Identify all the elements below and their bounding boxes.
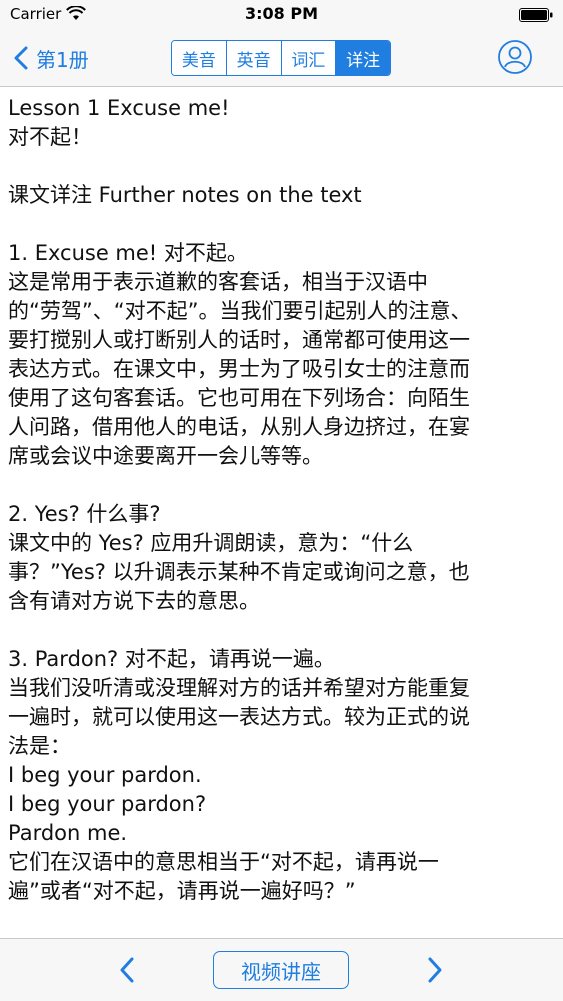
note-line: 法是： [8, 734, 71, 758]
chevron-left-icon [14, 46, 28, 70]
lesson-title-en: Lesson 1 Excuse me! [8, 96, 230, 120]
segment-american-audio[interactable]: 美音 [172, 41, 226, 75]
previous-lesson-chevron-icon[interactable] [116, 955, 138, 985]
status-bar: Carrier 3:08 PM [0, 0, 563, 30]
audio-mode-segmented-control: 美音 英音 词汇 详注 [171, 40, 391, 76]
note-line: 使用了这句客套话。它也可用在下列场合：向陌生 [8, 386, 470, 410]
next-lesson-chevron-icon[interactable] [424, 955, 446, 985]
note-line: 表达方式。在课文中，男士为了吸引女士的注意而 [8, 357, 470, 381]
back-button[interactable]: 第1册 [14, 40, 89, 76]
segment-vocabulary[interactable]: 词汇 [280, 41, 336, 75]
note-line: Pardon me. [8, 821, 128, 845]
note-heading: 2. Yes? 什么事? [8, 502, 161, 526]
note-line: I beg your pardon? [8, 792, 207, 816]
note-line: 席或会议中途要离开一会儿等等。 [8, 444, 323, 468]
note-heading: 3. Pardon? 对不起，请再说一遍。 [8, 647, 335, 671]
note-line: 要打搅别人或打断别人的话时，通常都可使用这一 [8, 328, 470, 352]
segment-british-audio[interactable]: 英音 [225, 41, 281, 75]
note-line: 这是常用于表示道歉的客套话，相当于汉语中 [8, 270, 428, 294]
bottom-toolbar: 视频讲座 [0, 938, 563, 1001]
note-line: 它们在汉语中的意思相当于“对不起，请再说一 [8, 850, 439, 874]
battery-icon [519, 8, 553, 22]
note-line: 一遍时，就可以使用这一表达方式。较为正式的说 [8, 705, 470, 729]
note-line: 人问路，借用他人的电话，从别人身边挤过，在宴 [8, 415, 470, 439]
segment-notes[interactable]: 详注 [335, 41, 390, 75]
navigation-bar: 第1册 美音 英音 词汇 详注 [0, 30, 563, 87]
video-lecture-button[interactable]: 视频讲座 [213, 951, 349, 989]
status-time: 3:08 PM [244, 4, 318, 23]
note-line: 事？”Yes? 以升调表示某种不肯定或询问之意，也 [8, 560, 470, 584]
note-heading: 1. Excuse me! 对不起。 [8, 241, 248, 265]
note-line: 课文中的 Yes? 应用升调朗读，意为：“什么 [8, 531, 414, 555]
lesson-notes-content[interactable]: Lesson 1 Excuse me! 对不起！ 课文详注 Further no… [8, 94, 556, 934]
note-line: 遍”或者“对不起，请再说一遍好吗？” [8, 879, 356, 903]
user-profile-icon[interactable] [497, 39, 533, 75]
note-line: 的“劳驾”、“对不起”。当我们要引起别人的注意、 [8, 299, 472, 323]
note-line: 含有请对方说下去的意思。 [8, 589, 260, 613]
note-line: 当我们没听清或没理解对方的话并希望对方能重复 [8, 676, 470, 700]
note-line: I beg your pardon. [8, 763, 202, 787]
section-heading: 课文详注 Further notes on the text [8, 183, 362, 207]
lesson-title-zh: 对不起！ [8, 125, 92, 149]
back-button-label: 第1册 [36, 47, 89, 72]
